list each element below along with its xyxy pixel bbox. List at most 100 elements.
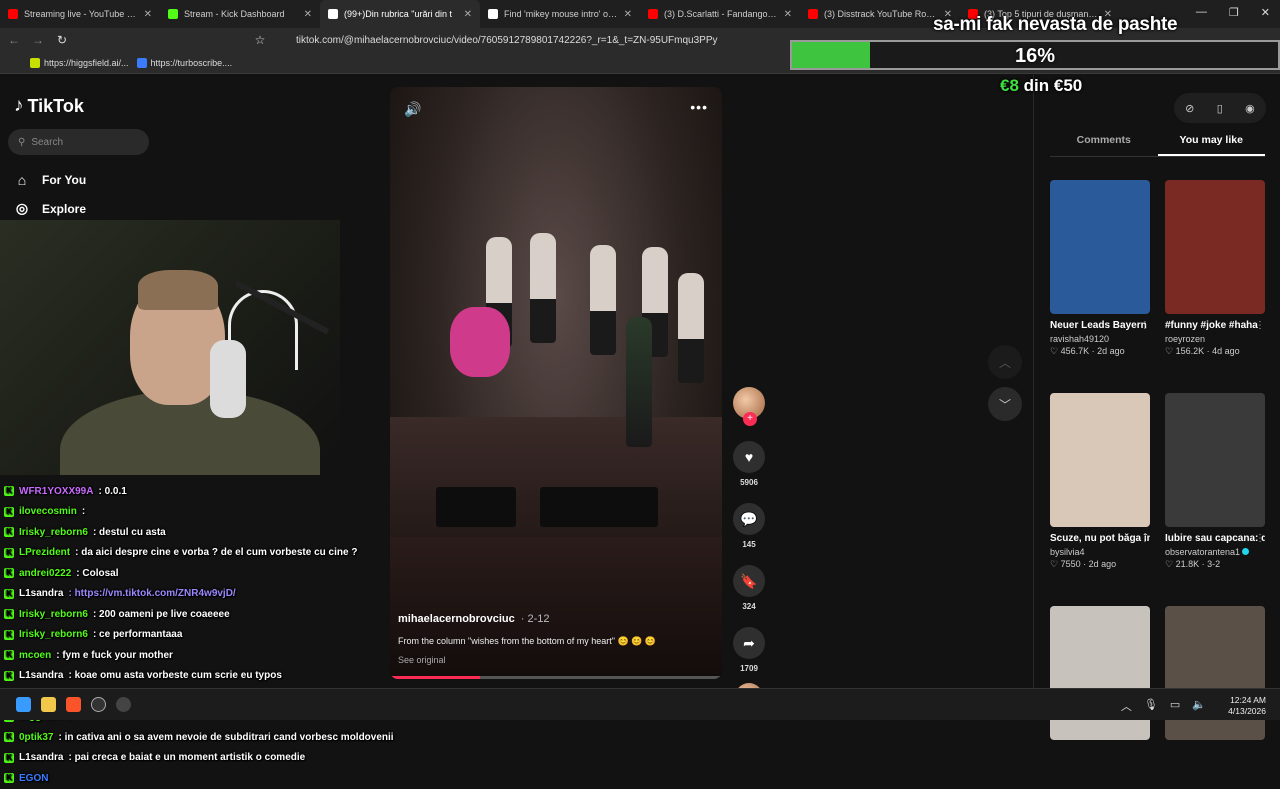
tab-close-icon[interactable]: ✕ [784,9,792,20]
chat-username[interactable]: mcoen [19,650,51,661]
compass-icon: ◎ [15,200,29,217]
chat-username[interactable]: ilovecosmin [19,506,77,517]
chat-username[interactable]: WFR1YOXX99A [19,486,93,497]
video-author[interactable]: mihaelacernobrovciuc · 2-12 [398,613,550,625]
stream-goal-bar: 16% [790,40,1280,70]
tray-chevron-icon[interactable]: ︿ [1121,698,1132,714]
chat-username[interactable]: Irisky_reborn6 [19,527,88,538]
tiktok-logo[interactable]: ♪ TikTok [14,95,84,117]
chat-username[interactable]: andrei0222 [19,568,71,579]
sidebar-item-label: For You [42,172,87,187]
chat-username[interactable]: L1sandra [19,752,63,763]
more-options-icon[interactable]: ••• [690,99,708,115]
device-icon[interactable]: ▯ [1217,102,1223,115]
video-thumbnail[interactable] [1050,393,1150,527]
media-icon[interactable] [116,697,131,712]
obs-icon[interactable] [91,697,106,712]
close-icon[interactable]: ✕ [1261,6,1270,19]
card-author[interactable]: observatorantena1 [1165,547,1265,557]
search-input[interactable]: ⚲ Search [8,129,149,155]
chat-text: : pai creca e baiat e un moment artistik… [68,752,306,764]
card-author[interactable]: bysilvia4 [1050,547,1150,557]
brave-icon[interactable] [66,697,81,712]
chat-message: K Irisky_reborn6: destul cu asta [0,522,420,543]
more-options-icon[interactable]: ⋮ [1140,320,1150,331]
share-button[interactable]: ➦ [733,627,765,659]
tab-close-icon[interactable]: ✕ [464,9,472,20]
previous-video-button[interactable]: ︿ [988,345,1022,379]
streamer-hair [138,270,218,310]
next-video-button[interactable]: ﹀ [988,387,1022,421]
chat-username[interactable]: Irisky_reborn6 [19,609,88,620]
microphone-icon[interactable]: 🎙 [1144,698,1158,714]
save-button[interactable]: 🔖 [733,565,765,597]
card-author[interactable]: ravishah49120 [1050,334,1150,344]
tab-comments[interactable]: Comments [1050,131,1158,156]
clock[interactable]: 12:24 AM 4/13/2026 [1228,695,1266,717]
url-field[interactable]: tiktok.com/@mihaelacernobrovciuc/video/7… [266,31,786,49]
recommended-video-card[interactable]: #funny #joke #haha ⋮ roeyrozen ♡ 156.2K · 4… [1165,180,1265,357]
coin-icon[interactable]: ⊘ [1185,102,1194,115]
forward-icon[interactable]: → [28,33,48,47]
bookmark-item[interactable]: https://higgsfield.ai/... [30,57,129,68]
video-thumbnail[interactable] [1165,180,1265,314]
chat-username[interactable]: EGON [19,773,48,784]
chat-link[interactable]: : https://vm.tiktok.com/ZNR4w9vjD/ [68,588,235,599]
chat-username[interactable]: LPrezident [19,547,70,558]
card-meta: ♡ 456.7K · 2d ago [1050,346,1125,356]
chat-text: : koae omu asta vorbeste cum scrie eu ty… [68,670,282,682]
like-count: 5906 [740,478,758,487]
browser-tab[interactable]: (99+)Din rubrica "urări din t ✕ [320,0,480,28]
tiktok-page: ♪ TikTok ⚲ Search ⌂For You◎Explore●Follo… [0,75,1280,784]
browser-tab[interactable]: Find 'mikey mouse intro' on TikTok ✕ [480,0,640,28]
tab-close-icon[interactable]: ✕ [144,9,152,20]
network-icon[interactable]: ▭ [1170,698,1180,714]
recommended-video-card[interactable]: Scuze, nu pot băga în seamă......⋮ bysilv… [1050,393,1150,570]
tab-you-may-like[interactable]: You may like [1157,131,1265,156]
volume-icon[interactable]: 🔊 [404,101,421,118]
more-options-icon[interactable]: ⋮ [1255,533,1265,544]
chat-username[interactable]: 0ptik37 [19,732,53,743]
start-icon[interactable] [16,697,31,712]
stream-goal-title: sa-mi fak nevasta de pashte [933,14,1178,35]
video-player[interactable]: 🔊 ••• mihaelacernobrovciuc · 2-12 From t… [390,87,722,679]
back-icon[interactable]: ← [4,33,24,47]
card-title: Iubire sau capcana: drama... [1165,533,1265,544]
card-author-name: ravishah49120 [1050,334,1110,344]
chat-text: : [81,506,86,518]
more-options-icon[interactable]: ⋮ [1140,533,1150,544]
kick-badge-icon: K [4,506,14,517]
comment-button[interactable]: 💬 [733,503,765,535]
like-button[interactable]: ♥ [733,441,765,473]
card-author[interactable]: roeyrozen [1165,334,1265,344]
chat-username[interactable]: L1sandra [19,670,63,681]
chat-username[interactable]: Irisky_reborn6 [19,629,88,640]
follow-plus-icon[interactable]: + [743,412,757,426]
browser-tab[interactable]: Stream - Kick Dashboard ✕ [160,0,320,28]
recommended-video-card[interactable]: Iubire sau capcana: drama...⋮ observatora… [1165,393,1265,570]
volume-icon[interactable]: 🔈 [1192,698,1206,714]
video-thumbnail[interactable] [1050,180,1150,314]
tab-close-icon[interactable]: ✕ [304,9,312,20]
author-avatar[interactable]: + [733,387,765,426]
tab-favicon-icon [488,9,498,19]
restore-icon[interactable]: ❐ [1229,6,1239,19]
recommended-video-card[interactable]: Neuer Leads Bayern Past Real...⋮ ravishah… [1050,180,1150,357]
tab-close-icon[interactable]: ✕ [624,9,632,20]
sidebar-item-for-you[interactable]: ⌂ For You [14,165,99,194]
chat-message: K LPrezident: da aici despre cine e vorba… [0,543,420,564]
chat-message: Kandrei0222: Colosal [0,563,420,584]
video-progress-bar[interactable] [390,676,722,679]
minimize-icon[interactable]: — [1196,6,1207,19]
video-thumbnail[interactable] [1165,393,1265,527]
bookmark-label: https://turboscribe.... [150,57,233,68]
bookmark-item[interactable]: https://turboscribe.... [136,57,233,68]
reload-icon[interactable]: ↻ [52,33,72,47]
files-icon[interactable] [41,697,56,712]
browser-tab[interactable]: Streaming live - YouTube Studio ✕ [0,0,160,28]
profile-avatar-icon[interactable]: ◉ [1245,102,1255,115]
browser-tab[interactable]: (3) D.Scarlatti - Fandango - YouTube ✕ [640,0,800,28]
chat-username[interactable]: L1sandra [19,588,63,599]
more-options-icon[interactable]: ⋮ [1255,320,1265,331]
musician [678,273,704,383]
